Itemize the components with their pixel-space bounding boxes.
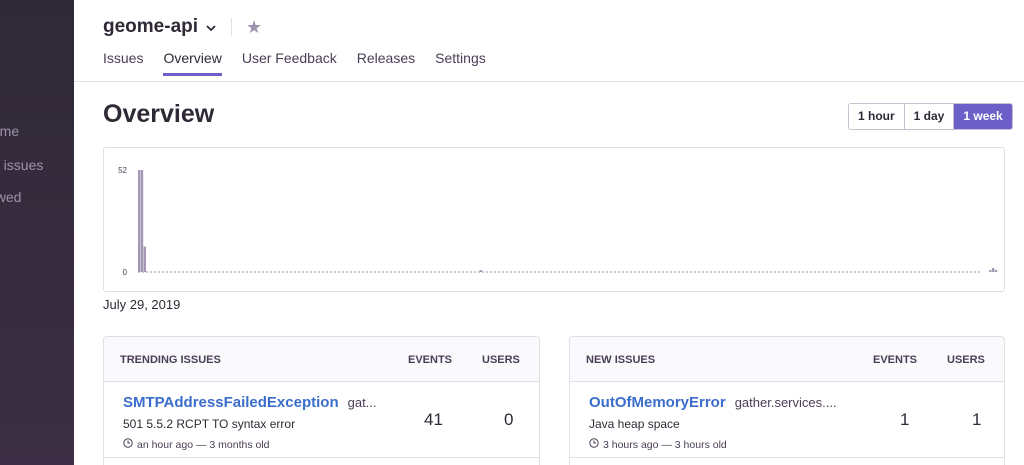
tab-issues[interactable]: Issues xyxy=(103,50,143,76)
issue-age: 3 hours ago — 3 hours old xyxy=(603,438,727,451)
chart-bar[interactable] xyxy=(994,270,998,272)
range-1-hour-button[interactable]: 1 hour xyxy=(849,104,905,129)
events-chart-svg: 52 0 xyxy=(118,166,998,277)
project-header: geome-api ★ Issues Overview User Feedbac… xyxy=(74,0,1024,82)
issue-message: Java heap space xyxy=(589,417,680,431)
sidebar-item-assigned[interactable]: o me xyxy=(0,123,19,139)
chart-bar[interactable] xyxy=(989,270,992,272)
time-range-selector: 1 hour 1 day 1 week xyxy=(848,103,1013,130)
sidebar-item-bookmarked[interactable]: d issues xyxy=(0,157,43,173)
issue-message: 501 5.5.2 RCPT TO syntax error xyxy=(123,417,296,431)
issue-error-link[interactable]: SMTPAddressFailedException xyxy=(123,394,339,411)
panel-title: NEW ISSUES xyxy=(586,354,656,366)
chart-bar[interactable] xyxy=(143,246,146,273)
issue-events-count: 41 xyxy=(424,410,443,429)
page-title: Overview xyxy=(103,100,215,128)
users-column-header: USERS xyxy=(482,354,520,366)
users-column-header: USERS xyxy=(947,354,985,366)
issue-row[interactable]: SMTPAddressFailedException gat... 501 5.… xyxy=(104,382,539,458)
divider xyxy=(231,18,233,36)
project-tabs: Issues Overview User Feedback Releases S… xyxy=(103,50,506,76)
clock-icon xyxy=(123,438,133,451)
clock-icon xyxy=(589,438,599,451)
issue-users-count: 0 xyxy=(504,410,514,429)
issue-title-line: SMTPAddressFailedException gat... xyxy=(123,394,393,411)
issue-events-count: 1 xyxy=(900,410,910,429)
y-tick-zero: 0 xyxy=(123,268,128,277)
sidebar-item-viewed[interactable]: ewed xyxy=(0,189,21,205)
sidebar: y o me d issues ewed xyxy=(0,0,74,465)
panel-title: TRENDING ISSUES xyxy=(120,354,221,366)
events-column-header: EVENTS xyxy=(408,354,453,366)
project-name[interactable]: geome-api xyxy=(103,16,198,38)
chart-date-label: July 29, 2019 xyxy=(103,297,181,312)
new-issues-header: NEW ISSUES EVENTS USERS xyxy=(570,337,1004,382)
tab-overview[interactable]: Overview xyxy=(163,50,222,76)
chevron-down-icon[interactable] xyxy=(205,21,217,33)
y-tick-max: 52 xyxy=(118,166,127,175)
issue-meta: an hour ago — 3 months old xyxy=(123,438,270,451)
tab-user-feedback[interactable]: User Feedback xyxy=(242,50,337,76)
chart-bar[interactable] xyxy=(138,170,141,272)
issue-culprit: gat... xyxy=(347,395,377,410)
new-issues-panel: NEW ISSUES EVENTS USERS OutOfMemoryError… xyxy=(569,336,1005,465)
range-1-week-button[interactable]: 1 week xyxy=(954,104,1012,129)
tab-releases[interactable]: Releases xyxy=(357,50,415,76)
trending-issues-header: TRENDING ISSUES EVENTS USERS xyxy=(104,337,539,382)
issue-error-link[interactable]: OutOfMemoryError xyxy=(589,394,726,411)
chart-bar[interactable] xyxy=(140,170,144,272)
range-1-day-button[interactable]: 1 day xyxy=(904,104,955,129)
project-selector-row: geome-api ★ xyxy=(103,16,262,38)
issue-users-count: 1 xyxy=(972,410,982,429)
chart-bar[interactable] xyxy=(992,268,995,272)
issue-row[interactable]: OutOfMemoryError gather.services.... Jav… xyxy=(570,382,1004,458)
trending-issues-panel: TRENDING ISSUES EVENTS USERS SMTPAddress… xyxy=(103,336,540,465)
issue-culprit: gather.services.... xyxy=(734,395,837,410)
issue-age: an hour ago — 3 months old xyxy=(137,438,270,451)
star-icon[interactable]: ★ xyxy=(246,18,262,36)
chart-bar[interactable] xyxy=(479,270,482,272)
events-column-header: EVENTS xyxy=(873,354,918,366)
tab-settings[interactable]: Settings xyxy=(435,50,486,76)
issue-meta: 3 hours ago — 3 hours old xyxy=(589,438,727,451)
issue-title-line: OutOfMemoryError gather.services.... xyxy=(589,394,859,411)
events-chart: 52 0 xyxy=(103,147,1005,292)
